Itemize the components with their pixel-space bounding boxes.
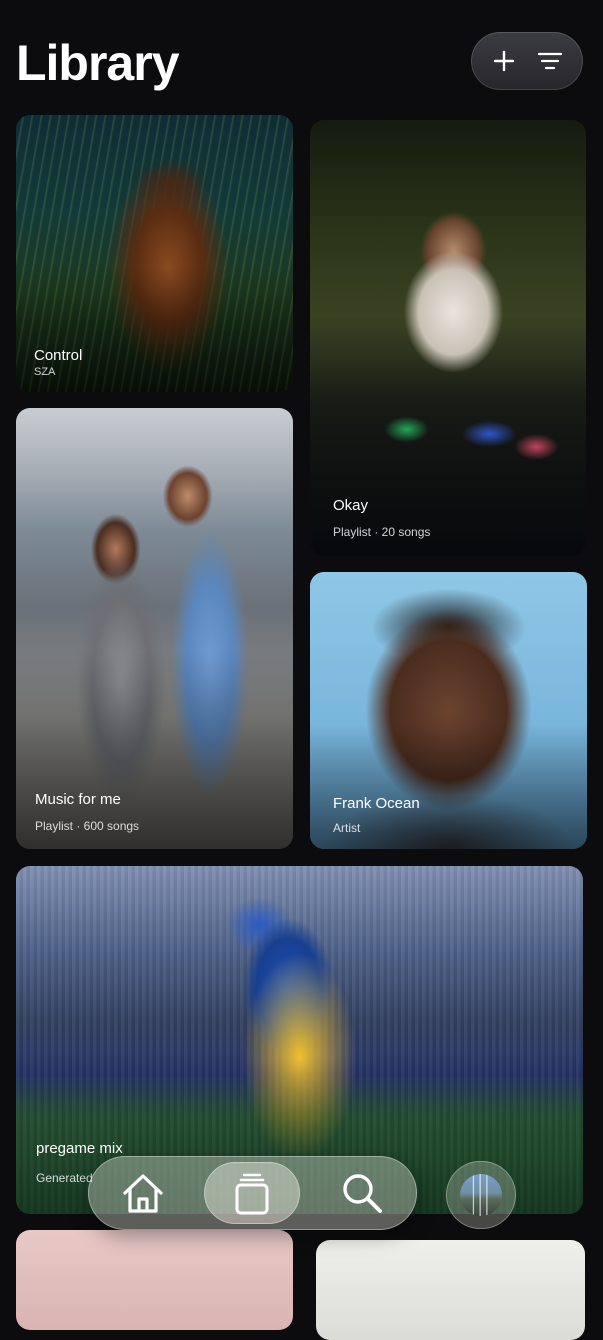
library-card-partial[interactable]: [316, 1240, 585, 1340]
artist-card-frank-ocean[interactable]: Frank Ocean Artist: [310, 572, 587, 849]
card-title: Music for me: [35, 791, 121, 808]
tab-home[interactable]: [95, 1162, 191, 1224]
card-title: Frank Ocean: [333, 795, 420, 812]
library-card-partial[interactable]: [16, 1230, 293, 1330]
sort-lines-icon: [537, 52, 563, 70]
plus-icon: [493, 50, 515, 72]
page-title: Library: [16, 35, 180, 91]
playlist-card-okay[interactable]: Okay Playlist · 20 songs: [310, 120, 586, 556]
library-actions: [471, 32, 583, 90]
add-button[interactable]: [484, 41, 524, 81]
card-subtitle: Playlist · 20 songs: [333, 525, 431, 539]
card-artwork: [16, 1230, 293, 1330]
card-artwork: [316, 1240, 585, 1340]
card-title: Okay: [333, 497, 369, 514]
card-title: Control: [34, 347, 83, 364]
home-icon: [123, 1174, 163, 1213]
tab-library[interactable]: [204, 1162, 301, 1224]
playlist-card-music-for-me[interactable]: Music for me Playlist · 600 songs: [16, 408, 293, 849]
tab-search[interactable]: [314, 1162, 410, 1224]
search-icon: [343, 1174, 383, 1213]
card-subtitle: Artist: [333, 821, 361, 835]
bottom-tab-bar: [88, 1156, 417, 1230]
card-subtitle: SZA: [34, 366, 56, 378]
card-title: pregame mix: [36, 1140, 123, 1157]
album-art-thumbnail: [460, 1174, 502, 1216]
card-subtitle: Playlist · 600 songs: [35, 819, 140, 833]
library-icon: [235, 1173, 269, 1215]
sort-button[interactable]: [530, 41, 570, 81]
now-playing-button[interactable]: [446, 1161, 516, 1229]
album-card-control[interactable]: Control SZA: [16, 115, 293, 392]
